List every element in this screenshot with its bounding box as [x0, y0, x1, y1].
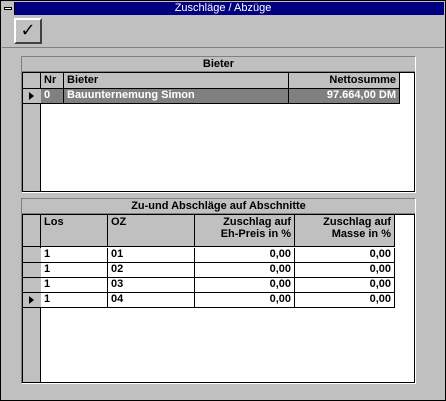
cell-eh-preis[interactable]: 0,00: [195, 248, 295, 263]
bieter-grid[interactable]: Nr Bieter Nettosumme 0 Bauunternemung Si…: [22, 72, 415, 192]
row-indicator: [23, 293, 41, 308]
cell-oz[interactable]: 01: [108, 248, 195, 263]
header-line: Eh-Preis in %: [220, 228, 291, 240]
grid-corner: [23, 215, 41, 247]
cell-bieter[interactable]: Bauunternemung Simon: [64, 89, 289, 104]
cell-eh-preis[interactable]: 0,00: [195, 293, 295, 308]
bieter-panel: Bieter Nr Bieter Nettosumme 0 Bauunterne…: [21, 56, 416, 193]
row-indicator: [23, 278, 41, 293]
cell-los[interactable]: 1: [41, 293, 108, 308]
abschnitte-panel: Zu-und Abschläge auf Abschnitte Los OZ Z…: [21, 198, 416, 384]
header-line: Zuschlag auf: [323, 216, 391, 228]
toolbar: ✓: [2, 16, 444, 48]
row-indicator: [23, 263, 41, 278]
cell-nr[interactable]: 0: [41, 89, 64, 104]
ok-button[interactable]: ✓: [14, 18, 42, 44]
cell-oz[interactable]: 04: [108, 293, 195, 308]
cell-masse[interactable]: 0,00: [295, 248, 395, 263]
column-header-oz[interactable]: OZ: [108, 215, 195, 247]
title-bar: Zuschläge / Abzüge: [2, 2, 444, 15]
row-indicator: [23, 248, 41, 263]
cell-los[interactable]: 1: [41, 278, 108, 293]
cell-eh-preis[interactable]: 0,00: [195, 263, 295, 278]
column-header-nr[interactable]: Nr: [41, 73, 64, 89]
header-line: Zuschlag auf: [223, 216, 291, 228]
header-line: Masse in %: [331, 228, 391, 240]
row-indicator: [23, 89, 41, 104]
window-title: Zuschläge / Abzüge: [174, 2, 272, 14]
bieter-panel-title: Bieter: [22, 57, 415, 72]
dialog-window: Zuschläge / Abzüge ✓ Bieter Nr Bieter Ne…: [0, 0, 446, 401]
column-header-eh-preis[interactable]: Zuschlag auf Eh-Preis in %: [195, 215, 295, 247]
cell-nettosumme[interactable]: 97.664,00 DM: [289, 89, 400, 104]
cell-los[interactable]: 1: [41, 263, 108, 278]
cell-eh-preis[interactable]: 0,00: [195, 278, 295, 293]
cell-los[interactable]: 1: [41, 248, 108, 263]
grid-corner: [23, 73, 41, 89]
column-header-los[interactable]: Los: [41, 215, 108, 247]
cell-oz[interactable]: 03: [108, 278, 195, 293]
abschnitte-panel-title: Zu-und Abschläge auf Abschnitte: [22, 199, 415, 214]
column-header-masse[interactable]: Zuschlag auf Masse in %: [295, 215, 395, 247]
cell-masse[interactable]: 0,00: [295, 293, 395, 308]
cell-masse[interactable]: 0,00: [295, 263, 395, 278]
current-row-arrow-icon: [29, 92, 34, 100]
checkmark-icon: ✓: [20, 20, 36, 41]
column-header-nettosumme[interactable]: Nettosumme: [289, 73, 400, 89]
column-header-bieter[interactable]: Bieter: [64, 73, 289, 89]
cell-oz[interactable]: 02: [108, 263, 195, 278]
system-menu-icon[interactable]: [2, 2, 15, 15]
current-row-arrow-icon: [29, 296, 34, 304]
abschnitte-grid[interactable]: Los OZ Zuschlag auf Eh-Preis in % Zuschl…: [22, 214, 415, 383]
cell-masse[interactable]: 0,00: [295, 278, 395, 293]
